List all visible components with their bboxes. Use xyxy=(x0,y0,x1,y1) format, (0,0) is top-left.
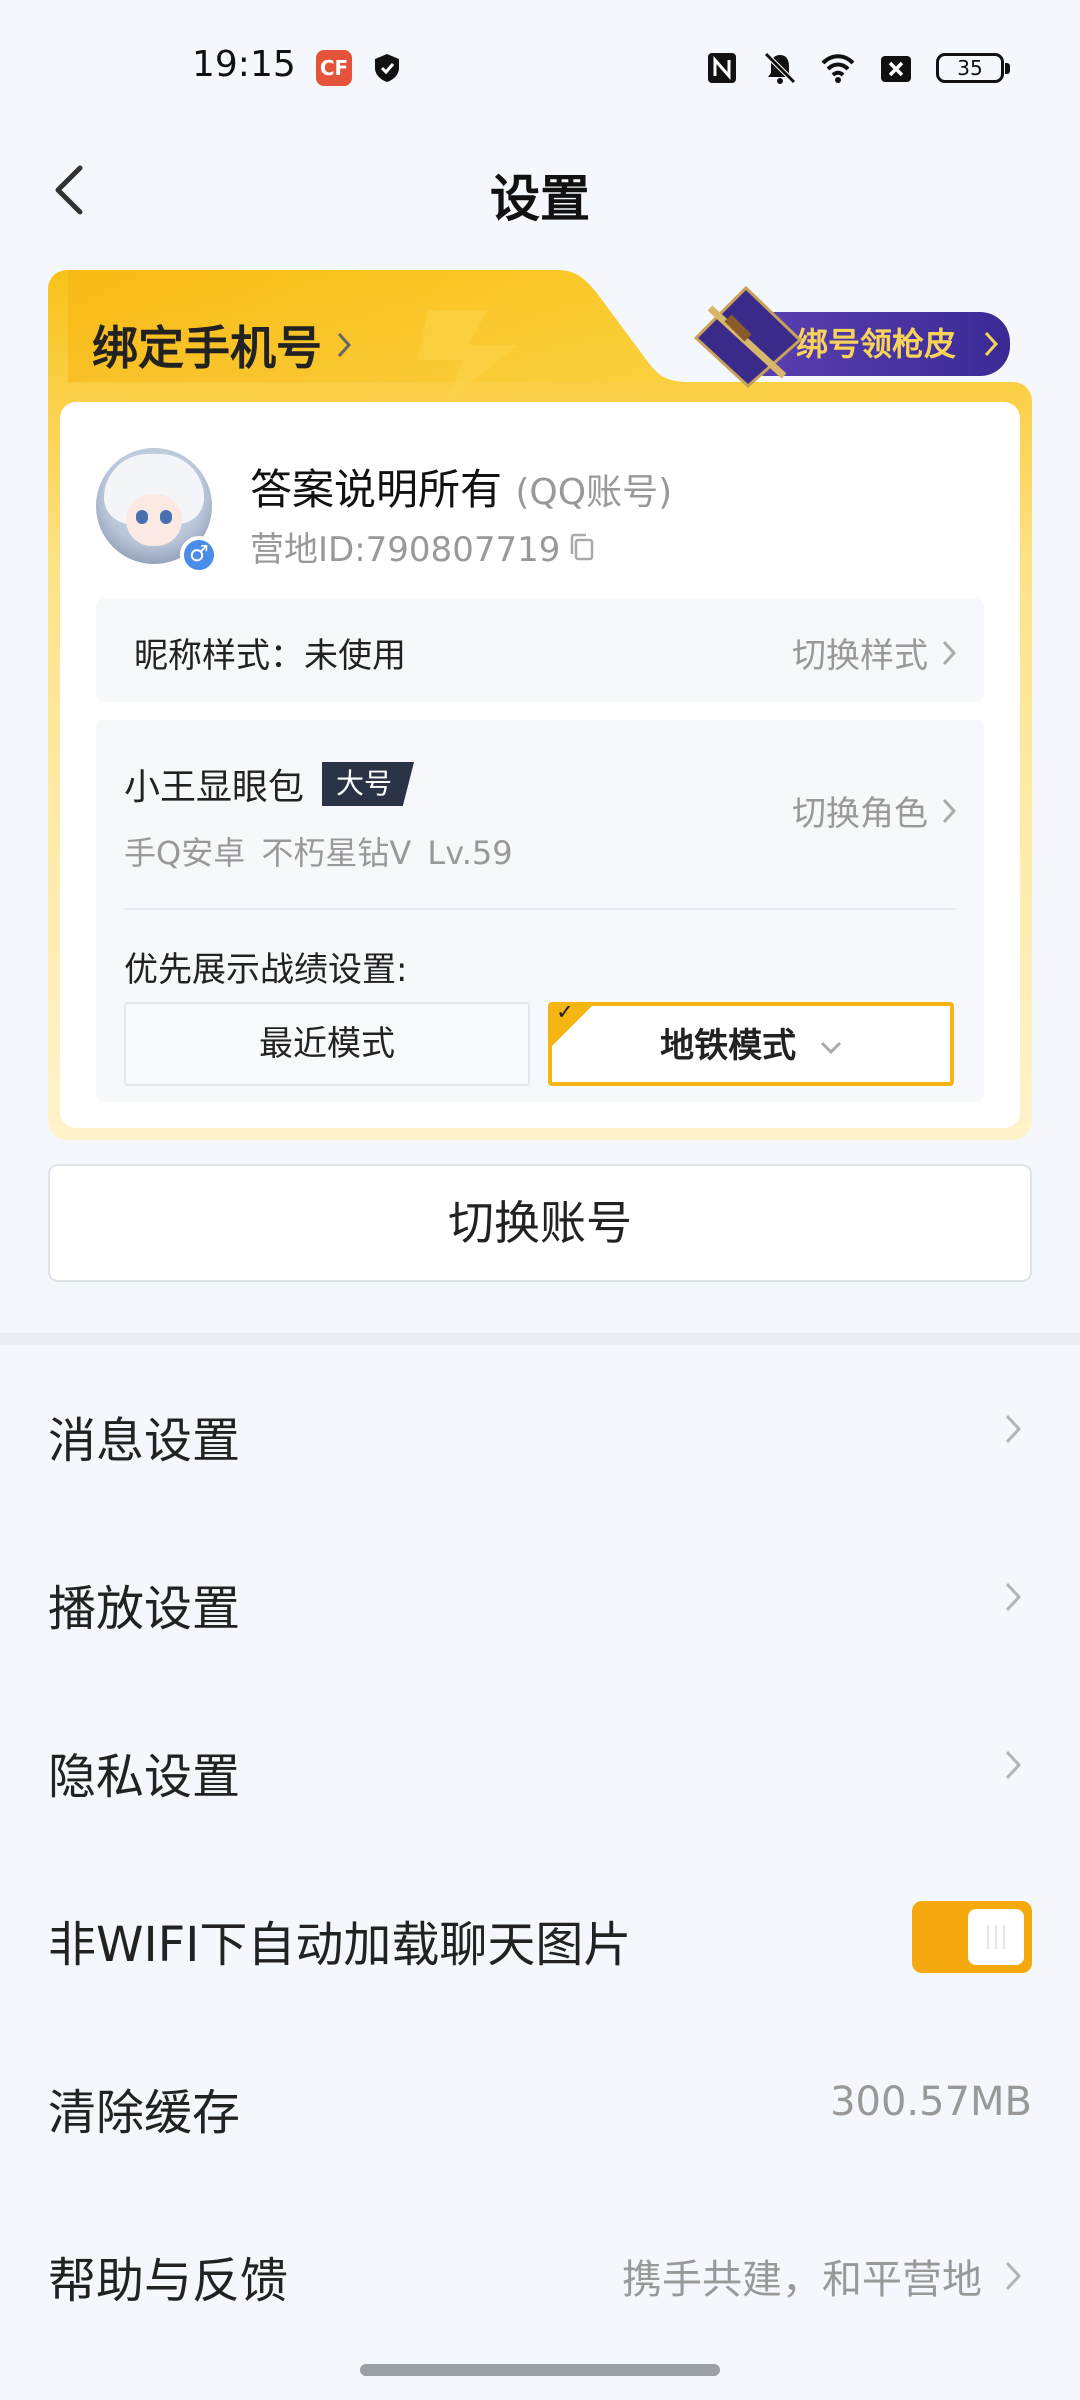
row-label: 播放设置 xyxy=(48,1581,241,1637)
role-box: 小王显眼包 大号 手Q安卓 不朽星钻V Lv.59 切换角色 优先展示战绩设置:… xyxy=(96,720,984,1102)
chevron-right-icon xyxy=(337,332,352,358)
camp-id: 营地ID:790807719 xyxy=(250,522,596,571)
main-account-badge: 大号 xyxy=(322,762,413,806)
wifi-icon xyxy=(821,54,855,83)
camp-id-text: 营地ID:790807719 xyxy=(250,530,561,570)
switch-style-link[interactable]: 切换样式 xyxy=(792,628,956,677)
status-icons: 35 xyxy=(704,44,1010,92)
bind-promo-banner[interactable]: 绑号领枪皮 xyxy=(688,282,1018,390)
switch-role-label: 切换角色 xyxy=(792,794,928,834)
role-subtitle: 手Q安卓 不朽星钻V Lv.59 xyxy=(124,834,513,872)
playback-settings-row[interactable]: 播放设置 xyxy=(0,1513,1080,1681)
divider xyxy=(124,908,956,910)
username-text: 答案说明所有 xyxy=(250,465,503,514)
chevron-right-icon xyxy=(942,798,956,823)
help-feedback-text: 携手共建，和平营地 xyxy=(622,2257,982,2303)
row-label: 隐私设置 xyxy=(48,1749,241,1805)
chevron-right-icon xyxy=(942,640,956,665)
recent-mode-button[interactable]: 最近模式 xyxy=(124,1002,530,1086)
chevron-right-icon xyxy=(1005,1750,1022,1780)
sim-off-icon xyxy=(881,56,911,82)
nickname-style-row[interactable]: 昵称样式：未使用 切换样式 xyxy=(96,598,984,702)
game-app-icon: CF xyxy=(316,50,352,86)
row-label: 帮助与反馈 xyxy=(48,2253,289,2309)
switch-account-button[interactable]: 切换账号 xyxy=(48,1164,1032,1282)
metro-mode-button[interactable]: ✓ 地铁模式 xyxy=(548,1002,954,1086)
row-label: 消息设置 xyxy=(48,1413,241,1469)
status-bar: 19:15 CF 35 xyxy=(0,0,1080,135)
switch-role-link[interactable]: 切换角色 xyxy=(792,786,956,835)
row-label: 清除缓存 xyxy=(48,2085,241,2141)
chevron-right-icon xyxy=(1005,1414,1022,1444)
check-icon: ✓ xyxy=(556,1002,575,1025)
row-label: 非WIFI下自动加载聊天图片 xyxy=(48,1917,632,1973)
copy-icon[interactable] xyxy=(568,532,596,562)
switch-style-label: 切换样式 xyxy=(792,636,928,676)
username: 答案说明所有 (QQ账号) xyxy=(250,456,672,517)
privacy-settings-row[interactable]: 隐私设置 xyxy=(0,1681,1080,1849)
role-name: 小王显眼包 xyxy=(124,767,305,808)
home-indicator[interactable] xyxy=(360,2364,720,2376)
cache-size: 300.57MB xyxy=(830,2079,1032,2125)
chevron-right-icon xyxy=(1005,2261,1022,2291)
account-type: (QQ账号) xyxy=(515,472,673,513)
auto-load-toggle[interactable] xyxy=(912,1901,1032,1973)
auto-load-images-row: 非WIFI下自动加载聊天图片 xyxy=(0,1849,1080,2017)
nfc-icon xyxy=(708,53,736,83)
status-time: 19:15 xyxy=(192,44,296,85)
priority-display-label: 优先展示战绩设置: xyxy=(124,950,408,990)
account-card-body: ♂ 答案说明所有 (QQ账号) 营地ID:790807719 昵称样式：未使用 … xyxy=(60,402,1020,1128)
shield-app-icon xyxy=(375,54,399,82)
metro-mode-label: 地铁模式 xyxy=(660,1026,797,1066)
bind-phone-link[interactable]: 绑定手机号 xyxy=(92,312,352,378)
toggle-grip-icon xyxy=(987,1925,1005,1949)
header: 设置 xyxy=(0,135,1080,245)
chevron-down-icon xyxy=(820,1041,841,1054)
role-name-row: 小王显眼包 大号 xyxy=(124,758,415,810)
page-title: 设置 xyxy=(490,170,590,228)
help-feedback-row[interactable]: 帮助与反馈 携手共建，和平营地 xyxy=(0,2185,1080,2353)
male-gender-icon: ♂ xyxy=(180,536,218,574)
nickname-style-label: 昵称样式：未使用 xyxy=(134,636,406,676)
bind-phone-label: 绑定手机号 xyxy=(92,321,322,375)
section-divider xyxy=(0,1333,1080,1345)
promo-chevron-icon xyxy=(984,331,998,357)
battery-icon: 35 xyxy=(936,53,1010,83)
gun-skin-icon xyxy=(693,285,803,389)
account-card: 绑定手机号 绑号领枪皮 ♂ 答案说明所有 (QQ账号) 营地ID:7908077… xyxy=(48,270,1032,1140)
clear-cache-row[interactable]: 清除缓存 300.57MB xyxy=(0,2017,1080,2185)
bell-off-icon xyxy=(764,52,796,84)
message-settings-row[interactable]: 消息设置 xyxy=(0,1345,1080,1513)
chevron-right-icon xyxy=(1005,1582,1022,1612)
help-feedback-value: 携手共建，和平营地 xyxy=(622,2247,1022,2305)
